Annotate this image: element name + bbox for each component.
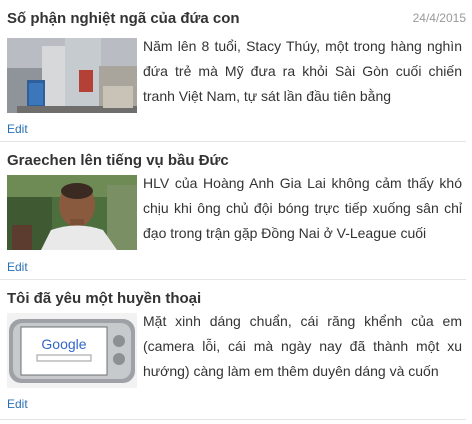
edit-link[interactable]: Edit (7, 122, 28, 136)
article-title[interactable]: Tôi đã yêu một huyền thoại (7, 290, 201, 307)
article-list: Số phận nghiệt ngã của đứa con 24/4/2015… (0, 0, 472, 424)
article-item: Graechen lên tiếng vụ bầu Đức HLV của Ho… (0, 142, 466, 280)
article-summary: Mặt xinh dáng chuẩn, cái răng khểnh của … (143, 313, 462, 379)
article-item: Tôi đã yêu một huyền thoại Google Mặt xi… (0, 280, 466, 420)
google-logo: Google (41, 336, 86, 352)
article-title[interactable]: Graechen lên tiếng vụ bầu Đức (7, 152, 229, 169)
article-thumbnail[interactable]: Google (7, 313, 137, 388)
edit-link[interactable]: Edit (7, 260, 28, 274)
edit-link[interactable]: Edit (7, 397, 28, 411)
article-thumbnail[interactable] (7, 38, 137, 113)
article-date: 24/4/2015 (412, 11, 466, 25)
article-summary: HLV của Hoàng Anh Gia Lai không cảm thấy… (143, 175, 462, 241)
article-title[interactable]: Số phận nghiệt ngã của đứa con (7, 10, 240, 27)
article-item: Số phận nghiệt ngã của đứa con 24/4/2015… (0, 0, 466, 142)
article-thumbnail[interactable] (7, 175, 137, 250)
article-summary: Năm lên 8 tuổi, Stacy Thúy, một trong hà… (143, 38, 462, 104)
